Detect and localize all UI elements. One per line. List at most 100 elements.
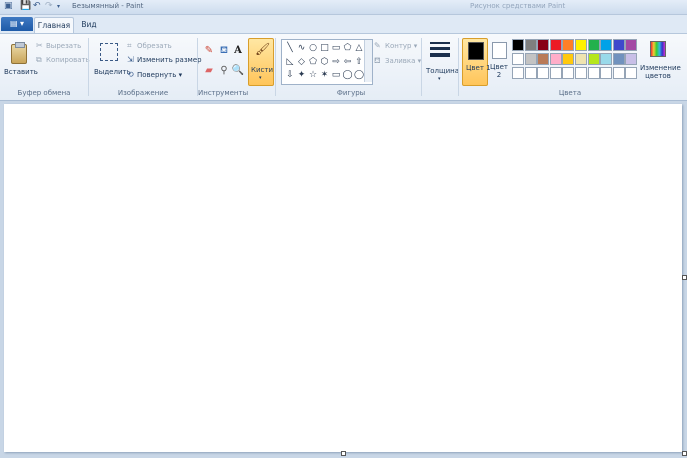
palette-color-swatch[interactable]	[612, 53, 625, 65]
shape-item[interactable]: ╲	[285, 43, 295, 53]
palette-color-swatch[interactable]	[537, 53, 550, 65]
group-label-shapes: Фигуры	[336, 89, 366, 97]
palette-color-swatch[interactable]	[587, 39, 600, 51]
select-button[interactable]: Выделить	[91, 38, 131, 82]
palette-color-swatch[interactable]	[612, 67, 625, 79]
copy-icon: ⧉	[36, 55, 42, 64]
shape-item[interactable]: ⬠	[343, 43, 353, 53]
palette-color-swatch[interactable]	[524, 53, 537, 65]
palette-color-swatch[interactable]	[549, 39, 562, 51]
shape-item[interactable]: ⇧	[354, 57, 364, 67]
color-picker-icon[interactable]: ⚲	[217, 64, 231, 78]
undo-icon[interactable]: ↶	[33, 1, 41, 12]
palette-color-swatch[interactable]	[562, 53, 575, 65]
customize-qa-icon[interactable]: ▾	[57, 1, 60, 12]
color2-label[interactable]: Цвет 2	[490, 63, 508, 79]
divider	[275, 38, 276, 96]
pencil-icon[interactable]: ✎	[202, 44, 216, 58]
size-line-icon	[430, 42, 450, 44]
copy-button[interactable]: Копировать	[46, 56, 90, 64]
fill-button[interactable]: Заливка ▾	[385, 57, 421, 65]
palette-color-swatch[interactable]	[575, 67, 587, 79]
palette-color-swatch[interactable]	[600, 53, 613, 65]
palette-color-swatch[interactable]	[625, 53, 638, 65]
palette-color-swatch[interactable]	[562, 39, 575, 51]
tab-view[interactable]: Вид	[76, 17, 102, 32]
canvas-resize-handle-right[interactable]	[682, 275, 687, 280]
shape-item[interactable]: ◯	[343, 70, 353, 80]
shape-item[interactable]: ✦	[297, 70, 307, 80]
scissors-icon: ✂	[36, 41, 43, 50]
shape-item[interactable]: ✶	[320, 70, 330, 80]
palette-color-swatch[interactable]	[600, 39, 613, 51]
rotate-button[interactable]: Повернуть ▾	[137, 71, 182, 79]
size-button[interactable]: Толщина ▾	[424, 38, 459, 84]
shape-item[interactable]: □	[320, 43, 330, 53]
brush-icon: 🖌	[255, 42, 271, 56]
shape-item[interactable]: ⇦	[343, 57, 353, 67]
shape-item[interactable]: ▭	[331, 43, 341, 53]
palette-color-swatch[interactable]	[512, 53, 524, 65]
palette-color-swatch[interactable]	[562, 67, 575, 79]
shape-item[interactable]: ◺	[285, 57, 295, 67]
shape-item[interactable]: ∿	[297, 43, 307, 53]
drawing-canvas[interactable]	[4, 104, 682, 452]
palette-color-swatch[interactable]	[549, 67, 562, 79]
magnifier-icon[interactable]: 🔍	[231, 64, 245, 78]
shape-item[interactable]: ○	[308, 43, 318, 53]
cut-button[interactable]: Вырезать	[46, 42, 81, 50]
shape-item[interactable]: ☆	[308, 70, 318, 80]
shape-item[interactable]: ▭	[331, 70, 341, 80]
text-icon[interactable]: A	[231, 44, 245, 58]
shapes-gallery-scroll[interactable]	[364, 40, 372, 82]
palette-color-swatch[interactable]	[512, 67, 524, 79]
edit-colors-button[interactable]: Изменение цветов	[640, 64, 681, 80]
fill-bucket-icon[interactable]: ⛾	[217, 44, 231, 58]
resize-icon: ⇲	[127, 55, 134, 64]
palette-color-swatch[interactable]	[575, 39, 587, 51]
crop-icon: ⌗	[127, 41, 132, 50]
crop-button[interactable]: Обрезать	[137, 42, 172, 50]
edit-colors-icon[interactable]	[650, 41, 666, 57]
tab-home[interactable]: Главная	[34, 17, 74, 33]
palette-color-swatch[interactable]	[625, 39, 638, 51]
palette-color-swatch[interactable]	[575, 53, 587, 65]
clipboard-icon	[11, 42, 27, 64]
divider	[421, 38, 422, 96]
shape-item[interactable]: ⬡	[320, 57, 330, 67]
palette-color-swatch[interactable]	[524, 67, 537, 79]
palette-color-swatch[interactable]	[537, 67, 550, 79]
paint-app-icon[interactable]: ▣	[4, 1, 13, 12]
canvas-resize-handle-bottom[interactable]	[341, 451, 346, 456]
palette-color-swatch[interactable]	[549, 53, 562, 65]
shape-item[interactable]: ◇	[297, 57, 307, 67]
shape-item[interactable]: ⬠	[308, 57, 318, 67]
chevron-down-icon: ▾	[438, 76, 441, 82]
file-menu-button[interactable]: ▤ ▾	[1, 17, 33, 31]
ribbon: Вставить ✂ Вырезать ⧉ Копировать Буфер о…	[0, 33, 687, 101]
eraser-icon[interactable]: ▰	[202, 64, 216, 78]
shape-item[interactable]: △	[354, 43, 364, 53]
palette-color-swatch[interactable]	[587, 53, 600, 65]
save-icon[interactable]: 💾	[20, 1, 31, 12]
palette-color-swatch[interactable]	[587, 67, 600, 79]
resize-button[interactable]: Изменить размер	[137, 56, 202, 64]
color1-button[interactable]: Цвет 1	[462, 38, 491, 86]
palette-color-swatch[interactable]	[524, 39, 537, 51]
palette-color-swatch[interactable]	[512, 39, 524, 51]
palette-color-swatch[interactable]	[612, 39, 625, 51]
palette-color-swatch[interactable]	[600, 67, 613, 79]
shape-item[interactable]: ⇩	[285, 70, 295, 80]
redo-icon[interactable]: ↷	[45, 1, 53, 12]
paste-button[interactable]: Вставить	[2, 38, 38, 82]
brushes-button[interactable]: 🖌 Кисти ▾	[248, 38, 274, 86]
palette-color-swatch[interactable]	[625, 67, 638, 79]
palette-color-swatch[interactable]	[537, 39, 550, 51]
canvas-resize-handle-corner[interactable]	[682, 451, 687, 456]
shape-item[interactable]: ⇨	[331, 57, 341, 67]
brushes-label: Кисти	[251, 66, 273, 74]
shape-item[interactable]: ◯	[354, 70, 364, 80]
outline-button[interactable]: Контур ▾	[385, 42, 417, 50]
color2-swatch[interactable]	[492, 42, 507, 59]
size-line-icon	[430, 53, 450, 57]
